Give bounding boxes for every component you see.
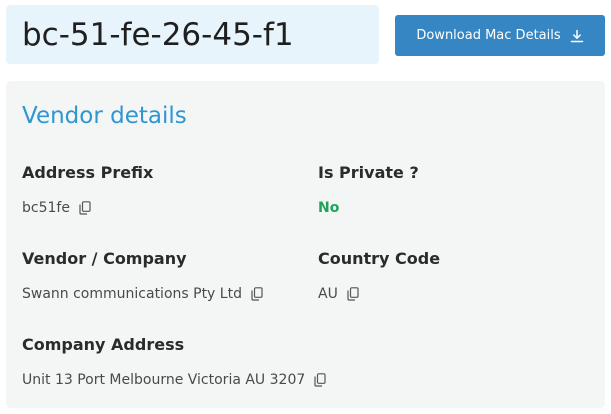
company-value-row: Swann communications Pty Ltd <box>22 285 263 303</box>
address-prefix-value-row: bc51fe <box>22 199 91 217</box>
country-code-value: AU <box>318 286 338 302</box>
download-icon <box>570 29 584 43</box>
company-label: Vendor / Company <box>22 249 187 268</box>
is-private-value: No <box>318 200 340 216</box>
mac-address-box: bc-51-fe-26-45-f1 <box>6 5 379 64</box>
company-address-label: Company Address <box>22 335 185 354</box>
download-button-label: Download Mac Details <box>416 28 561 43</box>
is-private-label: Is Private ? <box>318 163 419 182</box>
address-prefix-label: Address Prefix <box>22 163 154 182</box>
copy-icon[interactable] <box>79 201 91 215</box>
country-code-value-row: AU <box>318 285 359 303</box>
company-address-value: Unit 13 Port Melbourne Victoria AU 3207 <box>22 372 306 388</box>
copy-icon[interactable] <box>347 287 359 301</box>
download-mac-details-button[interactable]: Download Mac Details <box>395 15 605 56</box>
company-address-value-row: Unit 13 Port Melbourne Victoria AU 3207 <box>22 371 326 389</box>
mac-address-title: bc-51-fe-26-45-f1 <box>22 17 294 53</box>
country-code-label: Country Code <box>318 249 441 268</box>
copy-icon[interactable] <box>314 373 326 387</box>
company-value: Swann communications Pty Ltd <box>22 286 242 302</box>
vendor-details-card: Vendor details Address Prefix bc51fe Is … <box>6 81 605 408</box>
vendor-details-heading: Vendor details <box>22 103 187 129</box>
copy-icon[interactable] <box>251 287 263 301</box>
address-prefix-value: bc51fe <box>22 200 70 216</box>
